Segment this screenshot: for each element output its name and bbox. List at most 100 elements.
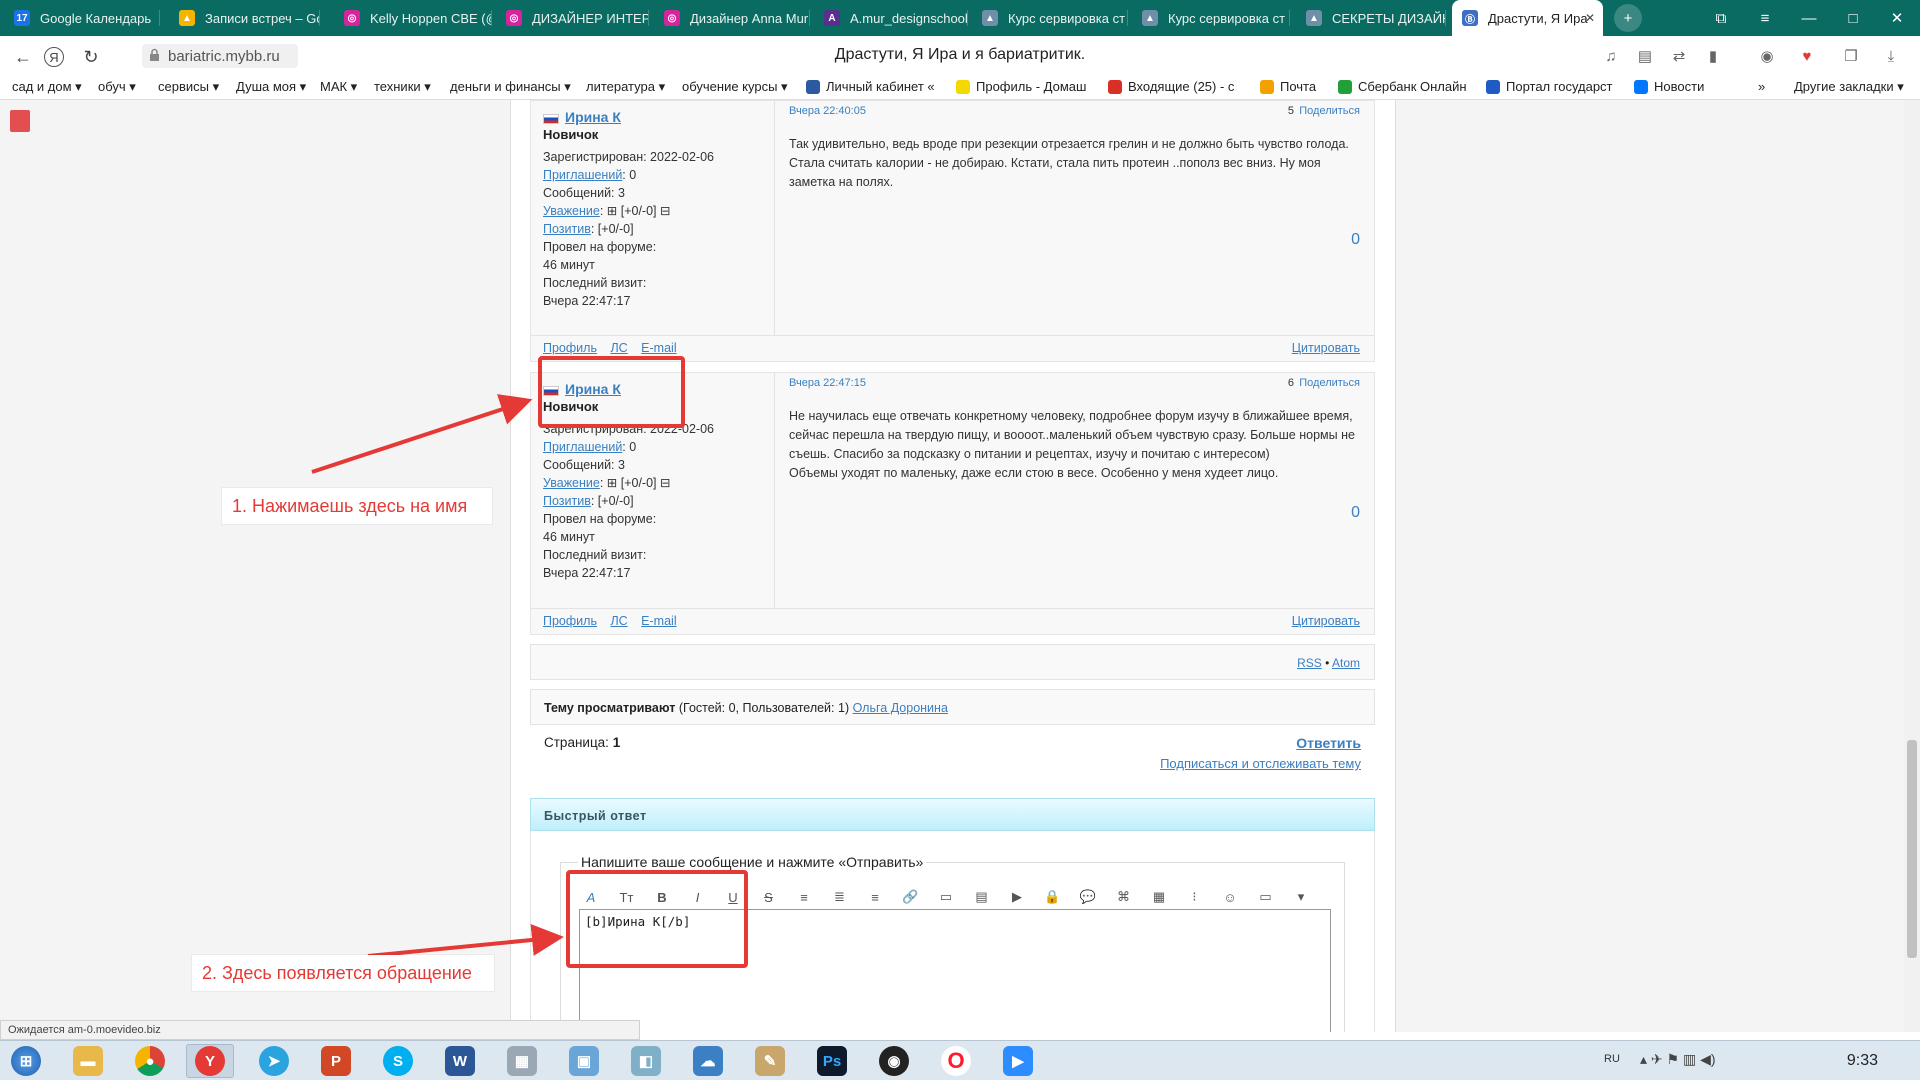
bookmark-item[interactable]: Новости [1634,79,1704,94]
opera-taskbar-icon[interactable]: O [932,1044,980,1078]
bookmark-item[interactable]: Сбербанк Онлайн [1338,79,1467,94]
maximize-icon[interactable]: □ [1830,0,1876,36]
yandex-icon[interactable]: Я [44,47,64,67]
bookmark-item[interactable]: Душа моя ▾ [236,79,306,95]
photoshop-taskbar-icon[interactable]: Ps [808,1044,856,1078]
pm-link[interactable]: ЛС [610,614,627,628]
author-name-link[interactable]: Ирина К [565,109,621,125]
close-tab-icon[interactable]: ✕ [1585,11,1595,25]
list-icon[interactable]: ⁝ [1184,886,1206,908]
profile-link[interactable]: Профиль [543,341,597,355]
image-viewer-taskbar-icon[interactable]: ▣ [560,1044,608,1078]
smile-icon[interactable]: ☺ [1219,886,1241,908]
post-time-link[interactable]: Вчера 22:47:15 [789,377,866,389]
word-taskbar-icon[interactable]: W [436,1044,484,1078]
respect-link[interactable]: Уважение [543,476,600,490]
gallery-icon[interactable]: ▤ [971,886,993,908]
browser-tab[interactable]: ▲ СЕКРЕТЫ ДИЗАЙН [1296,0,1446,36]
bookmark-item[interactable]: деньги и финансы ▾ [450,79,571,95]
skype-taskbar-icon[interactable]: S [374,1044,422,1078]
url-field[interactable]: bariatric.mybb.ru [142,44,298,68]
invites-link[interactable]: Приглашений [543,168,622,182]
bookmark-item[interactable]: техники ▾ [374,79,431,95]
obs-taskbar-icon[interactable]: ◉ [870,1044,918,1078]
quote-link[interactable]: Цитировать [1292,614,1360,628]
chrome-taskbar-icon[interactable]: ● [126,1044,174,1078]
email-link[interactable]: E-mail [641,341,676,355]
tray-icons[interactable]: ▴ ✈ ⚑ ▥ ◀) [1640,1051,1716,1068]
pm-link[interactable]: ЛС [610,341,627,355]
browser-tab[interactable]: 17 Google Календарь [4,0,160,36]
telegram-taskbar-icon[interactable]: ➤ [250,1044,298,1078]
bookmark-item[interactable]: Входящие (25) - с [1108,79,1234,94]
bookmark-item[interactable]: обучение курсы ▾ [682,79,788,95]
zoom-taskbar-icon[interactable]: ▶ [994,1044,1042,1078]
reader-icon[interactable]: ▤ [1634,45,1656,67]
positive-link[interactable]: Позитив [543,222,591,236]
bookmark-item[interactable]: Личный кабинет « [806,79,935,94]
scrollbar-thumb[interactable] [1907,740,1917,958]
paint-taskbar-icon[interactable]: ✎ [746,1044,794,1078]
align-center-icon[interactable]: ≣ [829,886,851,908]
browser-tab[interactable]: Ⓑ Драстути, Я Ира ✕ [1452,0,1603,36]
language-indicator[interactable]: RU [1604,1053,1620,1065]
minimize-icon[interactable]: — [1786,0,1832,36]
link-icon[interactable]: 🔗 [900,886,922,908]
spoiler-icon[interactable]: ▭ [1255,886,1277,908]
respect-link[interactable]: Уважение [543,204,600,218]
bookmark-item[interactable]: » [1758,79,1765,94]
back-icon[interactable]: ← [10,44,36,70]
bookmark-item[interactable]: обуч ▾ [98,79,136,95]
start-button[interactable]: ⊞ [2,1044,50,1078]
post-time-link[interactable]: Вчера 22:40:05 [789,105,866,117]
browser-menu-icon[interactable]: ≡ [1742,0,1788,36]
yandex-taskbar-icon[interactable]: Y [186,1044,234,1078]
window-close-icon[interactable]: ✕ [1874,0,1920,36]
reload-icon[interactable]: ↻ [78,44,104,70]
powerpoint-taskbar-icon[interactable]: P [312,1044,360,1078]
explorer-taskbar-icon[interactable]: ▬ [64,1044,112,1078]
viewer-user-link[interactable]: Ольга Доронина [853,701,948,715]
bookmark-item[interactable]: Почта [1260,79,1316,94]
browser-tab[interactable]: ▲ Курс сервировка ст [972,0,1128,36]
new-tab-icon[interactable]: + [1614,4,1642,32]
atom-link[interactable]: Atom [1332,656,1360,670]
browser-tab[interactable]: ◎ Дизайнер Anna Mur [654,0,810,36]
more-icon[interactable]: ▾ [1290,886,1312,908]
email-link[interactable]: E-mail [641,614,676,628]
reply-link[interactable]: Ответить [1296,735,1361,751]
browser-tab[interactable]: ◎ ДИЗАЙНЕР ИНТЕРЬ [496,0,649,36]
image-icon[interactable]: ▭ [935,886,957,908]
notes-taskbar-icon[interactable]: ◧ [622,1044,670,1078]
tabs-menu-icon[interactable]: ⧉ [1698,0,1744,36]
clock[interactable]: 9:33 [1847,1052,1878,1070]
onedrive-taskbar-icon[interactable]: ☁ [684,1044,732,1078]
align-right-icon[interactable]: ≡ [864,886,886,908]
subscribe-link[interactable]: Подписаться и отслеживать тему [1160,756,1361,771]
bookmark-item[interactable]: сервисы ▾ [158,79,219,95]
hide-icon[interactable]: 🔒 [1042,886,1064,908]
code-icon[interactable]: ⌘ [1113,886,1135,908]
browser-tab[interactable]: A A.mur_designschool [814,0,968,36]
bookmark-flag-icon[interactable] [10,110,30,132]
browser-tab[interactable]: ▲ Курс сервировка ст [1132,0,1290,36]
strike-icon[interactable]: S [758,886,780,908]
bookmark-item[interactable]: сад и дом ▾ [12,79,82,95]
share-link[interactable]: Поделиться [1299,105,1360,117]
quote-link[interactable]: Цитировать [1292,341,1360,355]
profile-link[interactable]: Профиль [543,614,597,628]
browser-tab[interactable]: ▲ Записи встреч – Go [169,0,320,36]
bookmark-item[interactable]: Другие закладки ▾ [1794,79,1904,95]
download-icon[interactable]: ⤓ [1880,45,1902,67]
bookmark-item[interactable]: Профиль - Домаш [956,79,1086,94]
rss-link[interactable]: RSS [1297,656,1322,670]
post-score[interactable]: 0 [1351,504,1360,522]
post-score[interactable]: 0 [1351,231,1360,249]
calculator-taskbar-icon[interactable]: ▦ [498,1044,546,1078]
video-icon[interactable]: ▶ [1006,886,1028,908]
invites-link[interactable]: Приглашений [543,440,622,454]
bookmark-item[interactable]: МАК ▾ [320,79,357,95]
positive-link[interactable]: Позитив [543,494,591,508]
align-left-icon[interactable]: ≡ [793,886,815,908]
bookmark-item[interactable]: Портал государст [1486,79,1613,94]
